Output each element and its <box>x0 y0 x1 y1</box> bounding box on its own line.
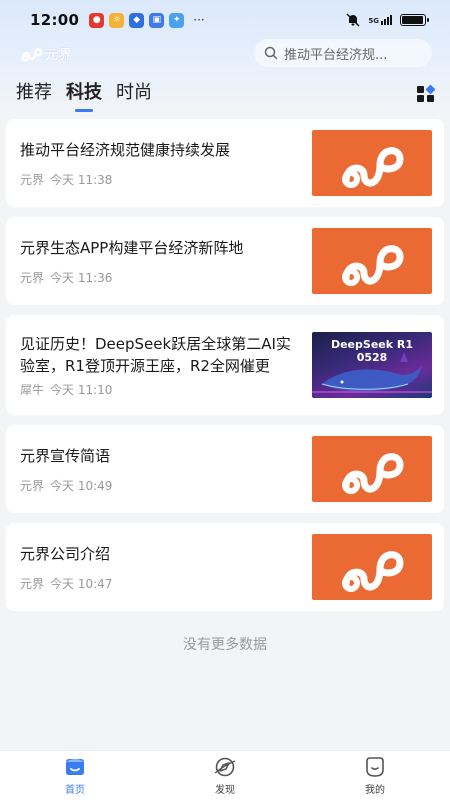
news-time: 今天 10:49 <box>50 478 113 493</box>
more-notifications-icon: ··· <box>193 13 205 27</box>
brand-logo-icon <box>342 245 404 286</box>
home-icon <box>66 758 84 775</box>
nav-discover[interactable]: 发现 <box>150 751 300 800</box>
battery-icon <box>400 14 429 26</box>
profile-icon <box>366 756 384 777</box>
tab-tech[interactable]: 科技 <box>66 78 102 112</box>
category-tabs: 推荐 科技 时尚 <box>16 78 152 112</box>
news-card[interactable]: 推动平台经济规范健康持续发展 元界 今天 11:38 <box>6 119 444 207</box>
nav-label: 我的 <box>365 784 385 796</box>
search-placeholder: 推动平台经济规... <box>284 47 388 63</box>
weibo-icon: ● <box>89 12 105 28</box>
news-thumbnail <box>312 228 432 294</box>
logo-icon <box>21 47 42 62</box>
app-logo: 元界 <box>20 44 73 63</box>
signal-icon: 5G <box>368 15 392 25</box>
baidu-icon: ◆ <box>129 12 145 28</box>
news-title: 元界宣传简语 <box>20 446 111 465</box>
discover-icon <box>214 757 236 776</box>
status-bar: 12:00 ● ☼ ◆ ▣ ✦ ··· 5G <box>0 0 450 40</box>
news-time: 今天 11:10 <box>50 382 113 397</box>
nav-profile[interactable]: 我的 <box>300 751 450 800</box>
news-card[interactable]: 元界生态APP构建平台经济新阵地 元界 今天 11:36 <box>6 217 444 305</box>
news-time: 今天 11:38 <box>50 172 113 187</box>
nav-label: 发现 <box>215 784 235 796</box>
search-bar[interactable]: 推动平台经济规... <box>254 39 432 67</box>
news-card[interactable]: 元界宣传简语 元界 今天 10:49 <box>6 425 444 513</box>
mute-bell-icon <box>346 13 360 27</box>
bottom-navigation: 首页 发现 我的 <box>0 750 450 800</box>
news-source: 元界 <box>20 270 45 285</box>
active-tab-indicator <box>75 109 93 112</box>
news-thumbnail <box>312 534 432 600</box>
news-card[interactable]: 见证历史！DeepSeek跃居全球第二AI实验室，R1登顶开源王座，R2全网催更… <box>6 315 444 415</box>
tab-label: 时尚 <box>116 82 152 103</box>
weather-icon: ☼ <box>109 12 125 28</box>
news-time: 今天 10:47 <box>50 576 113 591</box>
news-source: 元界 <box>20 576 45 591</box>
news-title: 元界生态APP构建平台经济新阵地 <box>20 238 244 257</box>
brand-logo-icon <box>342 147 404 188</box>
news-list: 推动平台经济规范健康持续发展 元界 今天 11:38 元界生态APP构建平台经济… <box>6 119 444 621</box>
logo-text: 元界 <box>45 47 74 63</box>
notification-icons: ● ☼ ◆ ▣ ✦ ··· <box>89 12 205 28</box>
app-header: 元界 推动平台经济规... <box>0 38 450 68</box>
news-thumbnail <box>312 436 432 502</box>
network-type-label: 5G <box>368 17 379 25</box>
category-menu-icon[interactable] <box>416 85 436 103</box>
nav-label: 首页 <box>65 784 85 796</box>
brand-logo-icon <box>342 453 404 494</box>
pinwheel-icon: ✦ <box>169 12 185 28</box>
tab-fashion[interactable]: 时尚 <box>116 78 152 110</box>
news-title: 见证历史！DeepSeek跃居全球第二AI实验室，R1登顶开源王座，R2全网催更 <box>20 334 291 375</box>
tab-recommend[interactable]: 推荐 <box>16 78 52 110</box>
news-source: 元界 <box>20 172 45 187</box>
battery-level <box>402 16 423 24</box>
whale-illustration-icon <box>312 352 432 393</box>
tab-label: 推荐 <box>16 82 52 103</box>
news-title: 推动平台经济规范健康持续发展 <box>20 140 231 159</box>
news-time: 今天 11:36 <box>50 270 113 285</box>
brand-logo-icon <box>342 551 404 592</box>
status-time: 12:00 <box>30 11 80 29</box>
no-more-data-text: 没有更多数据 <box>183 637 267 653</box>
news-source: 犀牛 <box>20 382 45 397</box>
news-thumbnail <box>312 130 432 196</box>
app-icon: ▣ <box>149 12 165 28</box>
nav-home[interactable]: 首页 <box>0 751 150 800</box>
search-icon <box>264 46 278 60</box>
news-card[interactable]: 元界公司介绍 元界 今天 10:47 <box>6 523 444 611</box>
news-title: 元界公司介绍 <box>20 544 111 563</box>
tab-label: 科技 <box>66 82 102 103</box>
news-source: 元界 <box>20 478 45 493</box>
news-thumbnail: DeepSeek R1 0528 <box>312 332 432 398</box>
